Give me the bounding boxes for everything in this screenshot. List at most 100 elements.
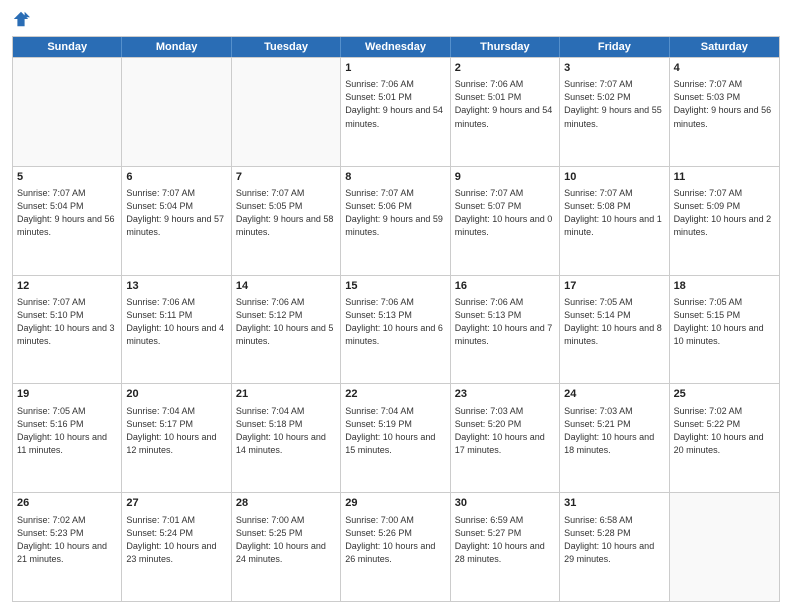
day-number: 6 xyxy=(126,170,226,185)
day-header-wednesday: Wednesday xyxy=(341,37,450,57)
day-number: 24 xyxy=(564,387,664,402)
day-number: 16 xyxy=(455,279,555,294)
sun-info: Sunrise: 7:05 AM Sunset: 5:16 PM Dayligh… xyxy=(17,405,117,457)
day-cell-19: 19 Sunrise: 7:05 AM Sunset: 5:16 PM Dayli… xyxy=(13,384,122,492)
day-cell-29: 29 Sunrise: 7:00 AM Sunset: 5:26 PM Dayli… xyxy=(341,493,450,601)
day-header-sunday: Sunday xyxy=(13,37,122,57)
day-header-monday: Monday xyxy=(122,37,231,57)
day-cell-14: 14 Sunrise: 7:06 AM Sunset: 5:12 PM Dayli… xyxy=(232,276,341,384)
week-row-2: 5 Sunrise: 7:07 AM Sunset: 5:04 PM Daylig… xyxy=(13,166,779,275)
day-cell-3: 3 Sunrise: 7:07 AM Sunset: 5:02 PM Daylig… xyxy=(560,58,669,166)
day-header-friday: Friday xyxy=(560,37,669,57)
day-cell-18: 18 Sunrise: 7:05 AM Sunset: 5:15 PM Dayli… xyxy=(670,276,779,384)
day-number: 5 xyxy=(17,170,117,185)
sun-info: Sunrise: 7:07 AM Sunset: 5:06 PM Dayligh… xyxy=(345,187,445,239)
day-number: 20 xyxy=(126,387,226,402)
day-number: 27 xyxy=(126,496,226,511)
sun-info: Sunrise: 7:07 AM Sunset: 5:07 PM Dayligh… xyxy=(455,187,555,239)
day-number: 31 xyxy=(564,496,664,511)
day-number: 1 xyxy=(345,61,445,76)
day-number: 10 xyxy=(564,170,664,185)
sun-info: Sunrise: 7:07 AM Sunset: 5:03 PM Dayligh… xyxy=(674,78,775,130)
day-number: 7 xyxy=(236,170,336,185)
sun-info: Sunrise: 7:07 AM Sunset: 5:04 PM Dayligh… xyxy=(17,187,117,239)
sun-info: Sunrise: 7:04 AM Sunset: 5:19 PM Dayligh… xyxy=(345,405,445,457)
day-number: 17 xyxy=(564,279,664,294)
day-header-thursday: Thursday xyxy=(451,37,560,57)
day-number: 26 xyxy=(17,496,117,511)
sun-info: Sunrise: 7:05 AM Sunset: 5:15 PM Dayligh… xyxy=(674,296,775,348)
day-cell-15: 15 Sunrise: 7:06 AM Sunset: 5:13 PM Dayli… xyxy=(341,276,450,384)
day-header-tuesday: Tuesday xyxy=(232,37,341,57)
calendar-body: 1 Sunrise: 7:06 AM Sunset: 5:01 PM Daylig… xyxy=(13,57,779,601)
sun-info: Sunrise: 7:06 AM Sunset: 5:12 PM Dayligh… xyxy=(236,296,336,348)
sun-info: Sunrise: 7:07 AM Sunset: 5:02 PM Dayligh… xyxy=(564,78,664,130)
day-cell-23: 23 Sunrise: 7:03 AM Sunset: 5:20 PM Dayli… xyxy=(451,384,560,492)
sun-info: Sunrise: 7:07 AM Sunset: 5:04 PM Dayligh… xyxy=(126,187,226,239)
day-number: 21 xyxy=(236,387,336,402)
calendar: SundayMondayTuesdayWednesdayThursdayFrid… xyxy=(12,36,780,602)
sun-info: Sunrise: 7:06 AM Sunset: 5:13 PM Dayligh… xyxy=(455,296,555,348)
sun-info: Sunrise: 7:03 AM Sunset: 5:20 PM Dayligh… xyxy=(455,405,555,457)
day-cell-27: 27 Sunrise: 7:01 AM Sunset: 5:24 PM Dayli… xyxy=(122,493,231,601)
sun-info: Sunrise: 7:02 AM Sunset: 5:22 PM Dayligh… xyxy=(674,405,775,457)
sun-info: Sunrise: 7:06 AM Sunset: 5:11 PM Dayligh… xyxy=(126,296,226,348)
sun-info: Sunrise: 7:07 AM Sunset: 5:05 PM Dayligh… xyxy=(236,187,336,239)
sun-info: Sunrise: 7:05 AM Sunset: 5:14 PM Dayligh… xyxy=(564,296,664,348)
day-cell-25: 25 Sunrise: 7:02 AM Sunset: 5:22 PM Dayli… xyxy=(670,384,779,492)
day-number: 4 xyxy=(674,61,775,76)
day-cell-empty xyxy=(13,58,122,166)
day-number: 30 xyxy=(455,496,555,511)
page: SundayMondayTuesdayWednesdayThursdayFrid… xyxy=(0,0,792,612)
day-number: 25 xyxy=(674,387,775,402)
day-number: 29 xyxy=(345,496,445,511)
sun-info: Sunrise: 7:07 AM Sunset: 5:09 PM Dayligh… xyxy=(674,187,775,239)
day-number: 23 xyxy=(455,387,555,402)
sun-info: Sunrise: 7:06 AM Sunset: 5:13 PM Dayligh… xyxy=(345,296,445,348)
day-cell-10: 10Sunrise: 7:07 AM Sunset: 5:08 PM Dayli… xyxy=(560,167,669,275)
day-cell-20: 20 Sunrise: 7:04 AM Sunset: 5:17 PM Dayli… xyxy=(122,384,231,492)
day-number: 14 xyxy=(236,279,336,294)
sun-info: Sunrise: 7:04 AM Sunset: 5:17 PM Dayligh… xyxy=(126,405,226,457)
day-number: 19 xyxy=(17,387,117,402)
day-number: 18 xyxy=(674,279,775,294)
calendar-header: SundayMondayTuesdayWednesdayThursdayFrid… xyxy=(13,37,779,57)
sun-info: Sunrise: 7:00 AM Sunset: 5:26 PM Dayligh… xyxy=(345,514,445,566)
week-row-4: 19 Sunrise: 7:05 AM Sunset: 5:16 PM Dayli… xyxy=(13,383,779,492)
day-cell-2: 2 Sunrise: 7:06 AM Sunset: 5:01 PM Daylig… xyxy=(451,58,560,166)
header xyxy=(12,10,780,28)
sun-info: Sunrise: 7:03 AM Sunset: 5:21 PM Dayligh… xyxy=(564,405,664,457)
day-cell-24: 24 Sunrise: 7:03 AM Sunset: 5:21 PM Dayli… xyxy=(560,384,669,492)
day-cell-8: 8Sunrise: 7:07 AM Sunset: 5:06 PM Daylig… xyxy=(341,167,450,275)
day-cell-13: 13Sunrise: 7:06 AM Sunset: 5:11 PM Dayli… xyxy=(122,276,231,384)
day-cell-6: 6 Sunrise: 7:07 AM Sunset: 5:04 PM Daylig… xyxy=(122,167,231,275)
sun-info: Sunrise: 7:06 AM Sunset: 5:01 PM Dayligh… xyxy=(455,78,555,130)
sun-info: Sunrise: 7:06 AM Sunset: 5:01 PM Dayligh… xyxy=(345,78,445,130)
week-row-3: 12Sunrise: 7:07 AM Sunset: 5:10 PM Dayli… xyxy=(13,275,779,384)
day-cell-empty xyxy=(122,58,231,166)
sun-info: Sunrise: 6:58 AM Sunset: 5:28 PM Dayligh… xyxy=(564,514,664,566)
day-number: 2 xyxy=(455,61,555,76)
day-cell-7: 7 Sunrise: 7:07 AM Sunset: 5:05 PM Daylig… xyxy=(232,167,341,275)
day-cell-11: 11 Sunrise: 7:07 AM Sunset: 5:09 PM Dayli… xyxy=(670,167,779,275)
week-row-5: 26 Sunrise: 7:02 AM Sunset: 5:23 PM Dayli… xyxy=(13,492,779,601)
week-row-1: 1 Sunrise: 7:06 AM Sunset: 5:01 PM Daylig… xyxy=(13,57,779,166)
day-number: 3 xyxy=(564,61,664,76)
day-cell-17: 17 Sunrise: 7:05 AM Sunset: 5:14 PM Dayli… xyxy=(560,276,669,384)
day-number: 11 xyxy=(674,170,775,185)
day-number: 15 xyxy=(345,279,445,294)
sun-info: Sunrise: 7:02 AM Sunset: 5:23 PM Dayligh… xyxy=(17,514,117,566)
day-number: 9 xyxy=(455,170,555,185)
sun-info: Sunrise: 7:01 AM Sunset: 5:24 PM Dayligh… xyxy=(126,514,226,566)
day-cell-28: 28Sunrise: 7:00 AM Sunset: 5:25 PM Dayli… xyxy=(232,493,341,601)
logo-icon xyxy=(12,10,30,28)
day-cell-22: 22 Sunrise: 7:04 AM Sunset: 5:19 PM Dayli… xyxy=(341,384,450,492)
day-header-saturday: Saturday xyxy=(670,37,779,57)
day-cell-5: 5 Sunrise: 7:07 AM Sunset: 5:04 PM Daylig… xyxy=(13,167,122,275)
day-cell-empty xyxy=(232,58,341,166)
sun-info: Sunrise: 6:59 AM Sunset: 5:27 PM Dayligh… xyxy=(455,514,555,566)
sun-info: Sunrise: 7:04 AM Sunset: 5:18 PM Dayligh… xyxy=(236,405,336,457)
day-number: 22 xyxy=(345,387,445,402)
day-cell-4: 4 Sunrise: 7:07 AM Sunset: 5:03 PM Daylig… xyxy=(670,58,779,166)
day-cell-31: 31 Sunrise: 6:58 AM Sunset: 5:28 PM Dayli… xyxy=(560,493,669,601)
